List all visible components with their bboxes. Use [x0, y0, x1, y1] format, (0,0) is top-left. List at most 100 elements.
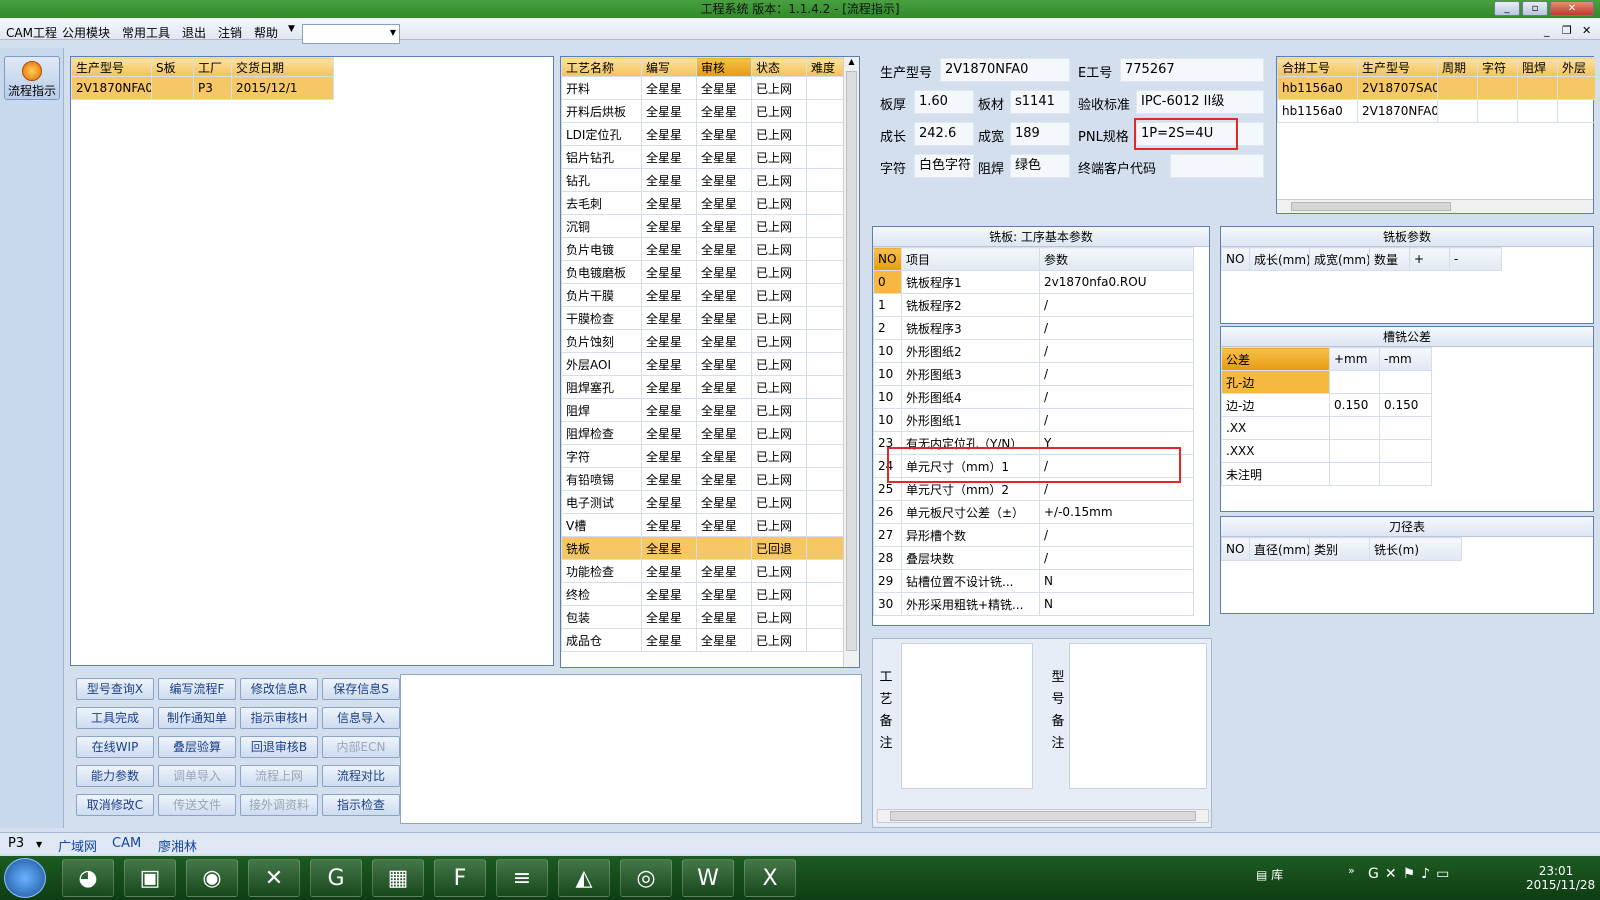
action-button[interactable]: 信息导入: [322, 707, 400, 729]
sttbl-header[interactable]: +mm: [1329, 347, 1380, 371]
mergetbl-header[interactable]: 周期: [1437, 57, 1478, 77]
expand-tray-icon[interactable]: »: [1348, 864, 1355, 877]
menu-common[interactable]: 公用模块: [62, 24, 110, 41]
save-icon[interactable]: ▣: [124, 859, 176, 897]
table-row[interactable]: hb1156a0 2V1870NFA0: [1277, 99, 1596, 123]
minimize-button[interactable]: _: [1494, 1, 1520, 16]
tray-icons[interactable]: G✕⚑♪▭: [1368, 866, 1455, 882]
mptbl-header[interactable]: 成长(mm): [1249, 247, 1310, 271]
action-button[interactable]: 接外调资料: [240, 794, 318, 816]
calculator-icon[interactable]: ▦: [372, 859, 424, 897]
action-button[interactable]: 调单导入: [158, 765, 236, 787]
table-row[interactable]: 干膜检查 全星星 全星星 已上网: [561, 306, 844, 330]
table-row[interactable]: .XXX: [1221, 439, 1432, 463]
table-row[interactable]: 2 铣板程序3/: [873, 316, 1194, 340]
table-row[interactable]: 铝片钻孔 全星星 全星星 已上网: [561, 145, 844, 169]
table-row[interactable]: 负片干膜 全星星 全星星 已上网: [561, 283, 844, 307]
table-row[interactable]: 终检 全星星 全星星 已上网: [561, 582, 844, 606]
tooltbl-header[interactable]: NO: [1221, 537, 1250, 561]
table-row[interactable]: 孔-边: [1221, 370, 1432, 394]
table-row[interactable]: 26 单元板尺寸公差（±） +/-0.15mm: [873, 500, 1194, 524]
mptbl-header[interactable]: -: [1449, 247, 1502, 271]
table-row[interactable]: .XX: [1221, 416, 1432, 440]
model-notes-field[interactable]: [1069, 643, 1207, 789]
action-button[interactable]: 指示审核H: [240, 707, 318, 729]
mptbl-header[interactable]: NO: [1221, 247, 1250, 271]
table-row[interactable]: 负片蚀刻 全星星 全星星 已上网: [561, 329, 844, 353]
ordertbl-header[interactable]: 交货日期: [231, 57, 334, 77]
action-button[interactable]: 保存信息S: [322, 678, 400, 700]
process-scrollbar[interactable]: ▲: [843, 57, 859, 667]
table-row[interactable]: 阻焊塞孔 全星星 全星星 已上网: [561, 375, 844, 399]
action-button[interactable]: 指示检查: [322, 794, 400, 816]
table-row[interactable]: 2V1870NFA0 P3 2015/12/1: [71, 76, 334, 100]
sttbl-header[interactable]: -mm: [1379, 347, 1432, 371]
mptbl-header[interactable]: +: [1409, 247, 1450, 271]
table-row[interactable]: 开料后烘板 全星星 全星星 已上网: [561, 99, 844, 123]
action-button[interactable]: 能力参数: [76, 765, 154, 787]
scroll-thumb[interactable]: [1291, 202, 1451, 211]
chevron-down-icon[interactable]: ▼: [36, 840, 42, 849]
proctbl-header[interactable]: 状态: [751, 57, 807, 77]
pdf-icon[interactable]: ◭: [558, 859, 610, 897]
table-row[interactable]: 钻孔 全星星 全星星 已上网: [561, 168, 844, 192]
excel-icon[interactable]: X: [744, 859, 796, 897]
ordertbl-header[interactable]: 工厂: [193, 57, 232, 77]
action-button[interactable]: 流程对比: [322, 765, 400, 787]
action-button[interactable]: 内部ECN: [322, 736, 400, 758]
table-row[interactable]: 负电镀磨板 全星星 全星星 已上网: [561, 260, 844, 284]
action-button[interactable]: 制作通知单: [158, 707, 236, 729]
g-app-icon[interactable]: G: [310, 859, 362, 897]
message-box[interactable]: [400, 674, 862, 824]
eye-icon[interactable]: ◉: [186, 859, 238, 897]
mergetbl-header[interactable]: 合拼工号: [1277, 57, 1358, 77]
proctbl-header[interactable]: 工艺名称: [561, 57, 642, 77]
maximize-button[interactable]: ▫: [1522, 1, 1548, 16]
action-button[interactable]: 传送文件: [158, 794, 236, 816]
cross-icon[interactable]: ✕: [248, 859, 300, 897]
table-row[interactable]: 10 外形图纸3/: [873, 362, 1194, 386]
menu-cam[interactable]: CAM工程: [6, 24, 57, 41]
f-app-icon[interactable]: F: [434, 859, 486, 897]
milltbl-header[interactable]: 项目: [901, 247, 1040, 271]
sttbl-header[interactable]: 公差: [1221, 347, 1330, 371]
tooltbl-header[interactable]: 铣长(m): [1369, 537, 1462, 561]
table-row[interactable]: hb1156a0 2V18707SA0: [1277, 76, 1596, 100]
table-row[interactable]: 10 外形图纸2/: [873, 339, 1194, 363]
action-button[interactable]: 修改信息R: [240, 678, 318, 700]
mergetbl-header[interactable]: 生产型号: [1357, 57, 1438, 77]
table-row[interactable]: 成品仓 全星星 全星星 已上网: [561, 628, 844, 652]
start-button[interactable]: [4, 858, 46, 898]
action-button[interactable]: 型号查询X: [76, 678, 154, 700]
toolbar-combo[interactable]: ▼: [302, 24, 400, 44]
mergetbl-header[interactable]: 阻焊: [1517, 57, 1558, 77]
table-row[interactable]: V槽 全星星 全星星 已上网: [561, 513, 844, 537]
ordertbl-header[interactable]: 生产型号: [71, 57, 152, 77]
action-button[interactable]: 叠层验算: [158, 736, 236, 758]
milltbl-header[interactable]: NO: [873, 247, 902, 271]
document-icon[interactable]: ≡: [496, 859, 548, 897]
ordertbl-header[interactable]: S板: [151, 57, 194, 77]
library-toolbar[interactable]: ▤ 库: [1256, 866, 1283, 883]
table-row[interactable]: 27 异形槽个数 /: [873, 523, 1194, 547]
menu-tools[interactable]: 常用工具: [122, 24, 170, 41]
tooltbl-header[interactable]: 直径(mm): [1249, 537, 1310, 561]
table-row[interactable]: 包装 全星星 全星星 已上网: [561, 605, 844, 629]
menu-exit[interactable]: 退出: [182, 24, 206, 41]
milltbl-header[interactable]: 参数: [1039, 247, 1194, 271]
mdi-restore-button[interactable]: ❐: [1562, 24, 1572, 37]
mptbl-header[interactable]: 数量: [1369, 247, 1410, 271]
table-row[interactable]: 阻焊检查 全星星 全星星 已上网: [561, 421, 844, 445]
scroll-up-icon[interactable]: ▲: [844, 57, 859, 71]
scroll-thumb[interactable]: [890, 811, 1196, 821]
table-row[interactable]: 电子测试 全星星 全星星 已上网: [561, 490, 844, 514]
tooltbl-header[interactable]: 类别: [1309, 537, 1370, 561]
merge-hscrollbar[interactable]: [1277, 199, 1593, 213]
shell-icon[interactable]: ◕: [62, 859, 114, 897]
table-row[interactable]: 30 外形采用粗铣+精铣... N: [873, 592, 1194, 616]
mptbl-header[interactable]: 成宽(mm): [1309, 247, 1370, 271]
table-row[interactable]: 28 叠层块数 /: [873, 546, 1194, 570]
factory-select[interactable]: P3: [8, 836, 24, 851]
viewer-icon[interactable]: ◎: [620, 859, 672, 897]
table-row[interactable]: 29 钻槽位置不设计铣... N: [873, 569, 1194, 593]
